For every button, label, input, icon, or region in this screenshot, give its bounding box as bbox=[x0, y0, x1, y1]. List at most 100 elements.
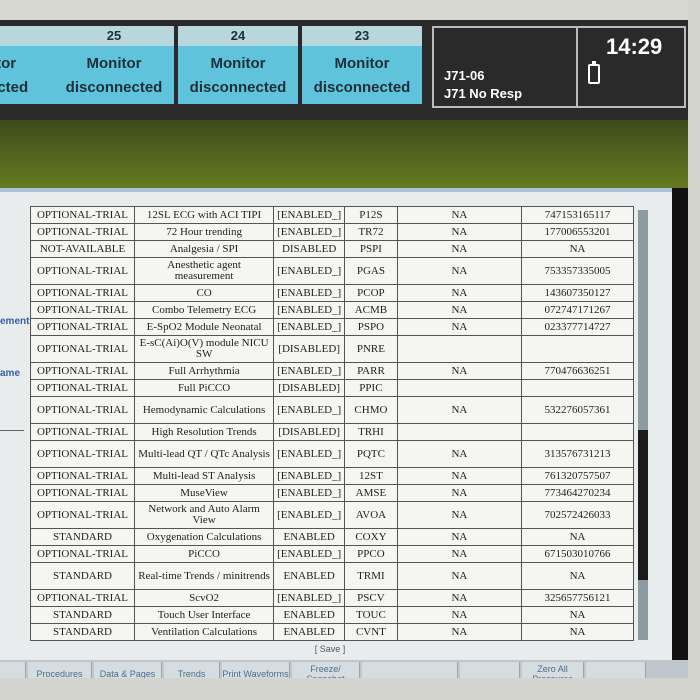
bed-number: 23 bbox=[302, 26, 422, 46]
license-type-cell: OPTIONAL-TRIAL bbox=[30, 362, 135, 380]
table-row[interactable]: OPTIONAL-TRIAL Full PiCCO [DISABLED] PPIC bbox=[30, 379, 634, 397]
option-status-cell: ENABLED bbox=[273, 528, 346, 546]
license-type-cell: OPTIONAL-TRIAL bbox=[30, 379, 135, 397]
option-code-cell: PPIC bbox=[344, 379, 398, 397]
option-status-cell: [ENABLED_] bbox=[273, 501, 346, 529]
option-name-cell: Ventilation Calculations bbox=[133, 623, 275, 641]
table-row[interactable]: OPTIONAL-TRIAL Full Arrhythmia [ENABLED_] P… bbox=[30, 362, 634, 380]
license-type-cell: OPTIONAL-TRIAL bbox=[30, 545, 135, 563]
option-name-cell: Analgesia / SPI bbox=[133, 240, 275, 258]
bed-status-label: Monitor disconnected bbox=[302, 46, 422, 104]
table-row[interactable]: OPTIONAL-TRIAL MuseView [ENABLED_] AMSE NA 77… bbox=[30, 484, 634, 502]
table-row[interactable]: OPTIONAL-TRIAL Network and Auto Alarm Vie… bbox=[30, 501, 634, 529]
table-row[interactable]: OPTIONAL-TRIAL Multi-lead ST Analysis [ENA… bbox=[30, 467, 634, 485]
option-key-cell: NA bbox=[521, 623, 634, 641]
table-row[interactable]: OPTIONAL-TRIAL Hemodynamic Calculations [E… bbox=[30, 396, 634, 424]
option-code-cell: ACMB bbox=[344, 301, 398, 319]
nav-item-management[interactable]: ement bbox=[0, 316, 29, 327]
table-row[interactable]: STANDARD Oxygenation Calculations ENABLED C… bbox=[30, 528, 634, 546]
table-row[interactable]: STANDARD Real-time Trends / minitrends ENA… bbox=[30, 562, 634, 590]
alarm-box[interactable]: J71-06 J71 No Resp 14:29 bbox=[432, 26, 686, 108]
option-extra-cell: NA bbox=[396, 623, 523, 641]
option-key-cell: 773464270234 bbox=[521, 484, 634, 502]
table-row[interactable]: OPTIONAL-TRIAL Multi-lead QT / QTc Analys… bbox=[30, 440, 634, 468]
table-row[interactable]: OPTIONAL-TRIAL 12SL ECG with ACI TIPI [ENA… bbox=[30, 206, 634, 224]
scrollbar-thumb[interactable] bbox=[638, 430, 648, 580]
option-extra-cell: NA bbox=[396, 606, 523, 624]
option-key-cell bbox=[521, 423, 634, 441]
option-code-cell: 12ST bbox=[344, 467, 398, 485]
table-row[interactable]: OPTIONAL-TRIAL Combo Telemetry ECG [ENABLE… bbox=[30, 301, 634, 319]
license-type-cell: OPTIONAL-TRIAL bbox=[30, 589, 135, 607]
license-type-cell: OPTIONAL-TRIAL bbox=[30, 396, 135, 424]
option-code-cell: PPCO bbox=[344, 545, 398, 563]
table-row[interactable]: STANDARD Touch User Interface ENABLED TOUC N… bbox=[30, 606, 634, 624]
option-code-cell: TOUC bbox=[344, 606, 398, 624]
option-status-cell: [DISABLED] bbox=[273, 335, 346, 363]
bed-tile-24[interactable]: 24 Monitor disconnected bbox=[178, 26, 298, 106]
option-extra-cell: NA bbox=[396, 284, 523, 302]
option-code-cell: CVNT bbox=[344, 623, 398, 641]
option-name-cell: 72 Hour trending bbox=[133, 223, 275, 241]
table-row[interactable]: OPTIONAL-TRIAL Anesthetic agent measureme… bbox=[30, 257, 634, 285]
license-type-cell: OPTIONAL-TRIAL bbox=[30, 501, 135, 529]
option-key-cell: NA bbox=[521, 528, 634, 546]
alarm-divider bbox=[576, 28, 578, 106]
license-type-cell: OPTIONAL-TRIAL bbox=[30, 223, 135, 241]
table-row[interactable]: OPTIONAL-TRIAL CO [ENABLED_] PCOP NA 14360735… bbox=[30, 284, 634, 302]
option-name-cell: ScvO2 bbox=[133, 589, 275, 607]
option-extra-cell: NA bbox=[396, 589, 523, 607]
option-code-cell: PSPI bbox=[344, 240, 398, 258]
license-type-cell: STANDARD bbox=[30, 623, 135, 641]
option-code-cell: TRMI bbox=[344, 562, 398, 590]
option-status-cell: [ENABLED_] bbox=[273, 440, 346, 468]
waveform-area bbox=[0, 120, 690, 188]
bed-status-line1: Monitor bbox=[334, 55, 390, 72]
battery-icon bbox=[588, 61, 600, 84]
option-extra-cell: NA bbox=[396, 240, 523, 258]
option-status-cell: [DISABLED] bbox=[273, 423, 346, 441]
license-type-cell: OPTIONAL-TRIAL bbox=[30, 467, 135, 485]
option-code-cell: AVOA bbox=[344, 501, 398, 529]
bed-status-line2: disconnected bbox=[313, 79, 411, 96]
bed-tile-25[interactable]: 25 Monitor disconnected bbox=[54, 26, 174, 106]
option-extra-cell: NA bbox=[396, 362, 523, 380]
table-row[interactable]: OPTIONAL-TRIAL E-sC(Ai)O(V) module NICU S… bbox=[30, 335, 634, 363]
left-nav: ement ame bbox=[0, 232, 32, 432]
bed-number: 24 bbox=[178, 26, 298, 46]
option-status-cell: [ENABLED_] bbox=[273, 484, 346, 502]
bed-tile-23[interactable]: 23 Monitor disconnected bbox=[302, 26, 422, 106]
option-code-cell: TRHI bbox=[344, 423, 398, 441]
nav-divider bbox=[0, 430, 24, 431]
table-row[interactable]: NOT-AVAILABLE Analgesia / SPI DISABLED PSPI… bbox=[30, 240, 634, 258]
option-name-cell: PiCCO bbox=[133, 545, 275, 563]
option-key-cell: NA bbox=[521, 606, 634, 624]
option-extra-cell: NA bbox=[396, 301, 523, 319]
table-row[interactable]: OPTIONAL-TRIAL High Resolution Trends [DIS… bbox=[30, 423, 634, 441]
table-row[interactable]: STANDARD Ventilation Calculations ENABLED C… bbox=[30, 623, 634, 641]
save-button[interactable]: [ Save ] bbox=[0, 644, 660, 654]
monitor-bezel-top bbox=[0, 0, 700, 22]
option-status-cell: DISABLED bbox=[273, 240, 346, 258]
option-name-cell: MuseView bbox=[133, 484, 275, 502]
option-key-cell: 671503010766 bbox=[521, 545, 634, 563]
table-row[interactable]: OPTIONAL-TRIAL E-SpO2 Module Neonatal [ENA… bbox=[30, 318, 634, 336]
option-extra-cell bbox=[396, 379, 523, 397]
bed-number: 25 bbox=[54, 26, 174, 46]
table-row[interactable]: OPTIONAL-TRIAL ScvO2 [ENABLED_] PSCV NA 32565… bbox=[30, 589, 634, 607]
scrollbar[interactable] bbox=[638, 210, 648, 640]
option-status-cell: [ENABLED_] bbox=[273, 545, 346, 563]
option-name-cell: Multi-lead ST Analysis bbox=[133, 467, 275, 485]
option-status-cell: [ENABLED_] bbox=[273, 223, 346, 241]
option-extra-cell: NA bbox=[396, 318, 523, 336]
option-extra-cell bbox=[396, 335, 523, 363]
license-type-cell: OPTIONAL-TRIAL bbox=[30, 301, 135, 319]
option-code-cell: PSCV bbox=[344, 589, 398, 607]
nav-item-name[interactable]: ame bbox=[0, 368, 20, 379]
option-key-cell: 325657756121 bbox=[521, 589, 634, 607]
option-name-cell: High Resolution Trends bbox=[133, 423, 275, 441]
option-status-cell: [ENABLED_] bbox=[273, 206, 346, 224]
table-row[interactable]: OPTIONAL-TRIAL PiCCO [ENABLED_] PPCO NA 67150… bbox=[30, 545, 634, 563]
option-code-cell: COXY bbox=[344, 528, 398, 546]
table-row[interactable]: OPTIONAL-TRIAL 72 Hour trending [ENABLED_]… bbox=[30, 223, 634, 241]
